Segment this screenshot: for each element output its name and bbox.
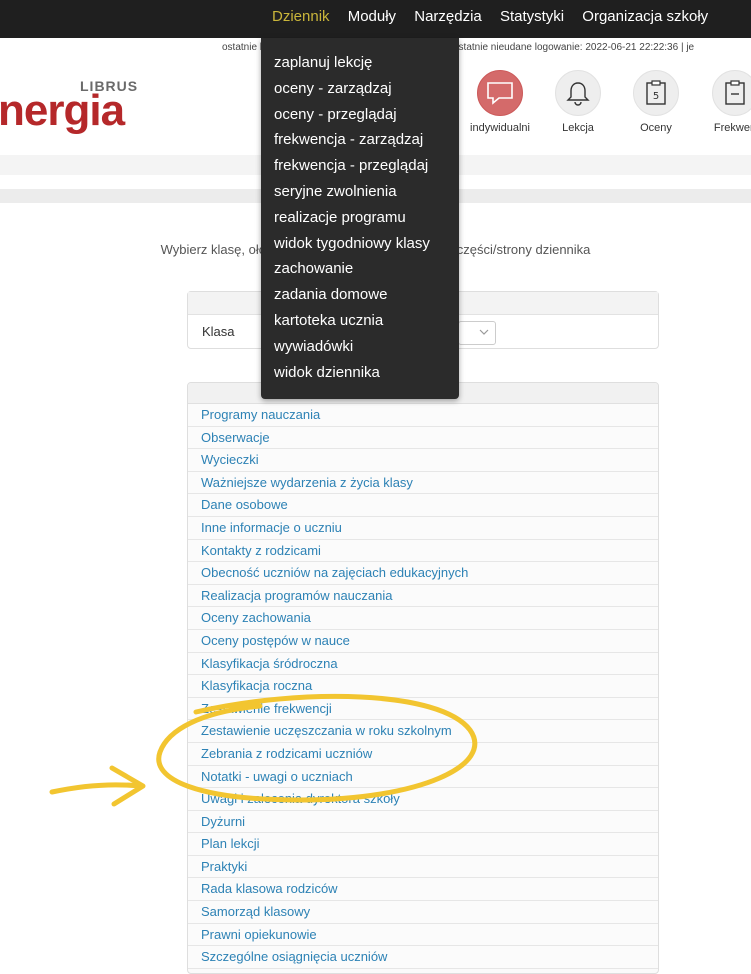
- menu-item[interactable]: kartoteka ucznia: [261, 308, 459, 334]
- toc-link[interactable]: Kontakty z rodzicami: [188, 539, 658, 563]
- menu-item[interactable]: realizacje programu: [261, 205, 459, 231]
- toc-link[interactable]: Oceny postępów w nauce: [188, 629, 658, 653]
- class-select[interactable]: [458, 321, 496, 345]
- icon-label: indywidualni: [470, 122, 530, 134]
- grade-icon: 5: [633, 70, 679, 116]
- toc-link[interactable]: Praktyki: [188, 855, 658, 879]
- nav-item-statystyki[interactable]: Statystyki: [500, 8, 564, 25]
- menu-item[interactable]: seryjne zwolnienia: [261, 179, 459, 205]
- toc-link[interactable]: Szczególne osiągnięcia uczniów: [188, 946, 658, 969]
- class-label: Klasa: [202, 324, 235, 339]
- toc-link[interactable]: Obecność uczniów na zajęciach edukacyjny…: [188, 562, 658, 585]
- nav-item-moduly[interactable]: Moduły: [348, 8, 396, 25]
- toc-link[interactable]: Notatki - uwagi o uczniach: [188, 765, 658, 789]
- bell-icon: [555, 70, 601, 116]
- icon-label: Frekwen: [713, 122, 751, 134]
- toc-link[interactable]: Samorząd klasowy: [188, 901, 658, 924]
- toc-list: Programy nauczania Obserwacje Wycieczki …: [188, 404, 658, 969]
- menu-item[interactable]: wywiadówki: [261, 334, 459, 360]
- menu-item[interactable]: oceny - zarządzaj: [261, 76, 459, 102]
- arrow-head: [109, 765, 146, 807]
- toc-link[interactable]: Programy nauczania: [188, 404, 658, 427]
- toc-link[interactable]: Klasyfikacja roczna: [188, 675, 658, 698]
- arrow-right-icon: [49, 782, 143, 795]
- toc-link[interactable]: Realizacja programów nauczania: [188, 584, 658, 608]
- icon-tile-frekwencja[interactable]: Frekwen: [700, 70, 751, 134]
- icon-label: Lekcja: [562, 122, 594, 134]
- toc-link[interactable]: Klasyfikacja śródroczna: [188, 652, 658, 676]
- menu-item[interactable]: frekwencja - zarządzaj: [261, 127, 459, 153]
- logo-synergia-text: nergia: [0, 86, 125, 135]
- menu-item[interactable]: zachowanie: [261, 256, 459, 282]
- toc-link[interactable]: Wycieczki: [188, 449, 658, 472]
- menu-item[interactable]: zadania domowe: [261, 282, 459, 308]
- toc-link[interactable]: Rada klasowa rodziców: [188, 878, 658, 902]
- toc-link[interactable]: Zestawienie frekwencji: [188, 697, 658, 721]
- toc-link[interactable]: Uwagi i zalecenia dyrektora szkoły: [188, 788, 658, 811]
- toc-link[interactable]: Plan lekcji: [188, 833, 658, 856]
- main-menu: Dziennik Moduły Narzędzia Statystyki Org…: [272, 8, 722, 25]
- nav-item-organizacja-szkoly[interactable]: Organizacja szkoły: [582, 8, 708, 25]
- svg-text:5: 5: [653, 91, 659, 102]
- toc-link[interactable]: Obserwacje: [188, 426, 658, 450]
- menu-item[interactable]: widok dziennika: [261, 360, 459, 386]
- menu-item[interactable]: frekwencja - przeglądaj: [261, 153, 459, 179]
- icon-tile-indywidualni[interactable]: indywidualni: [465, 70, 535, 134]
- toc-link[interactable]: Prawni opiekunowie: [188, 923, 658, 947]
- toc-link[interactable]: Zestawienie uczęszczania w roku szkolnym: [188, 720, 658, 743]
- icon-tile-lekcja[interactable]: Lekcja: [543, 70, 613, 134]
- chat-icon: [477, 70, 523, 116]
- toc-link[interactable]: Oceny zachowania: [188, 607, 658, 630]
- menu-item[interactable]: oceny - przeglądaj: [261, 102, 459, 128]
- toc-link[interactable]: Zebrania z rodzicami uczniów: [188, 742, 658, 766]
- dziennik-dropdown-menu: zaplanuj lekcję oceny - zarządzaj oceny …: [261, 38, 459, 399]
- last-failed-login-text: ostatnie nieudane logowanie: 2022-06-21 …: [453, 42, 695, 53]
- nav-item-narzedzia[interactable]: Narzędzia: [414, 8, 482, 25]
- table-of-contents: Spis treści Programy nauczania Obserwacj…: [187, 382, 659, 974]
- toc-link[interactable]: Dane osobowe: [188, 494, 658, 517]
- icon-label: Oceny: [640, 122, 672, 134]
- menu-item[interactable]: widok tygodniowy klasy: [261, 231, 459, 257]
- toc-link[interactable]: Dyżurni: [188, 810, 658, 834]
- attendance-icon: [712, 70, 751, 116]
- nav-item-dziennik[interactable]: Dziennik: [272, 8, 330, 25]
- top-nav-bar: Dziennik Moduły Narzędzia Statystyki Org…: [0, 0, 751, 38]
- toc-link[interactable]: Inne informacje o uczniu: [188, 516, 658, 540]
- logo[interactable]: LIBRUS nergia: [0, 70, 150, 135]
- icon-tile-oceny[interactable]: 5 Oceny: [621, 70, 691, 134]
- chevron-down-icon: [479, 329, 489, 335]
- toc-link[interactable]: Ważniejsze wydarzenia z życia klasy: [188, 471, 658, 495]
- menu-item[interactable]: zaplanuj lekcję: [261, 50, 459, 76]
